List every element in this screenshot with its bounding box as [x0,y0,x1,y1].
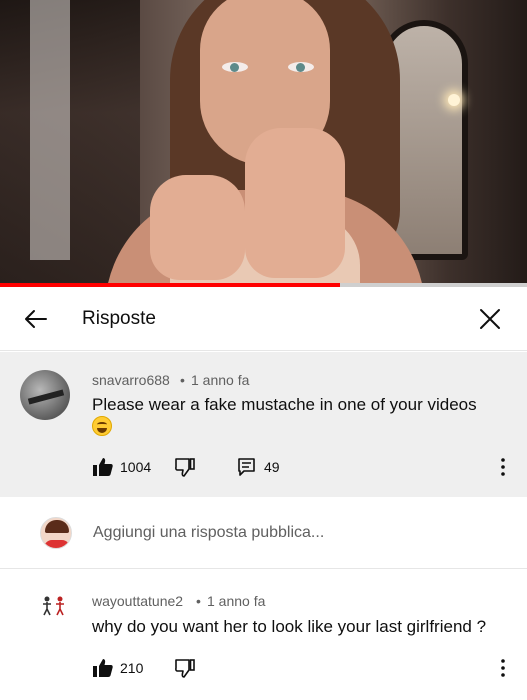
comment-age: 1 anno fa [207,593,266,609]
video-subject-hand-right [245,128,345,278]
avatar [40,517,72,549]
video-player[interactable] [0,0,527,283]
video-curtain [30,0,70,260]
more-options-icon[interactable] [492,657,514,679]
video-lamp [448,94,460,106]
back-arrow-icon[interactable] [22,305,50,333]
video-subject-eye-right [288,62,314,72]
thumbs-up-icon[interactable] [92,456,114,478]
meta-separator: • [180,372,185,388]
comment-author[interactable]: wayouttatune2 [92,593,183,609]
comment-text: why do you want her to look like your la… [92,617,487,636]
like-count: 1004 [120,459,152,475]
comment-actions: 1004 49 [0,456,527,480]
comment-text: Please wear a fake mustache in one of yo… [92,395,477,414]
close-icon[interactable] [476,305,504,333]
reply-comment-icon[interactable] [236,456,258,478]
parent-comment: snavarro688 • 1 anno fa Please wear a fa… [0,352,527,497]
laughing-face-icon [92,416,112,436]
comment-age: 1 anno fa [191,372,250,388]
comment-actions: 210 [0,657,527,681]
reply-comment: wayouttatune2 • 1 anno fa why do you wan… [0,570,527,700]
reply-count: 49 [264,459,280,475]
add-reply-row[interactable]: Aggiungi una risposta pubblica... [0,497,527,569]
reply-input[interactable]: Aggiungi una risposta pubblica... [93,524,324,542]
avatar[interactable] [20,370,70,420]
avatar[interactable] [40,592,68,620]
meta-separator: • [196,593,201,609]
like-count: 210 [120,660,144,676]
more-options-icon[interactable] [492,456,514,478]
video-subject-eye-left [222,62,248,72]
page-title: Risposte [82,308,156,329]
thumbs-down-icon[interactable] [174,657,196,679]
thumbs-down-icon[interactable] [174,456,196,478]
video-subject-hand-left [150,175,245,280]
video-background-left [0,0,140,283]
comment-author[interactable]: snavarro688 [92,372,170,388]
replies-header: Risposte [0,287,527,351]
thumbs-up-icon[interactable] [92,657,114,679]
